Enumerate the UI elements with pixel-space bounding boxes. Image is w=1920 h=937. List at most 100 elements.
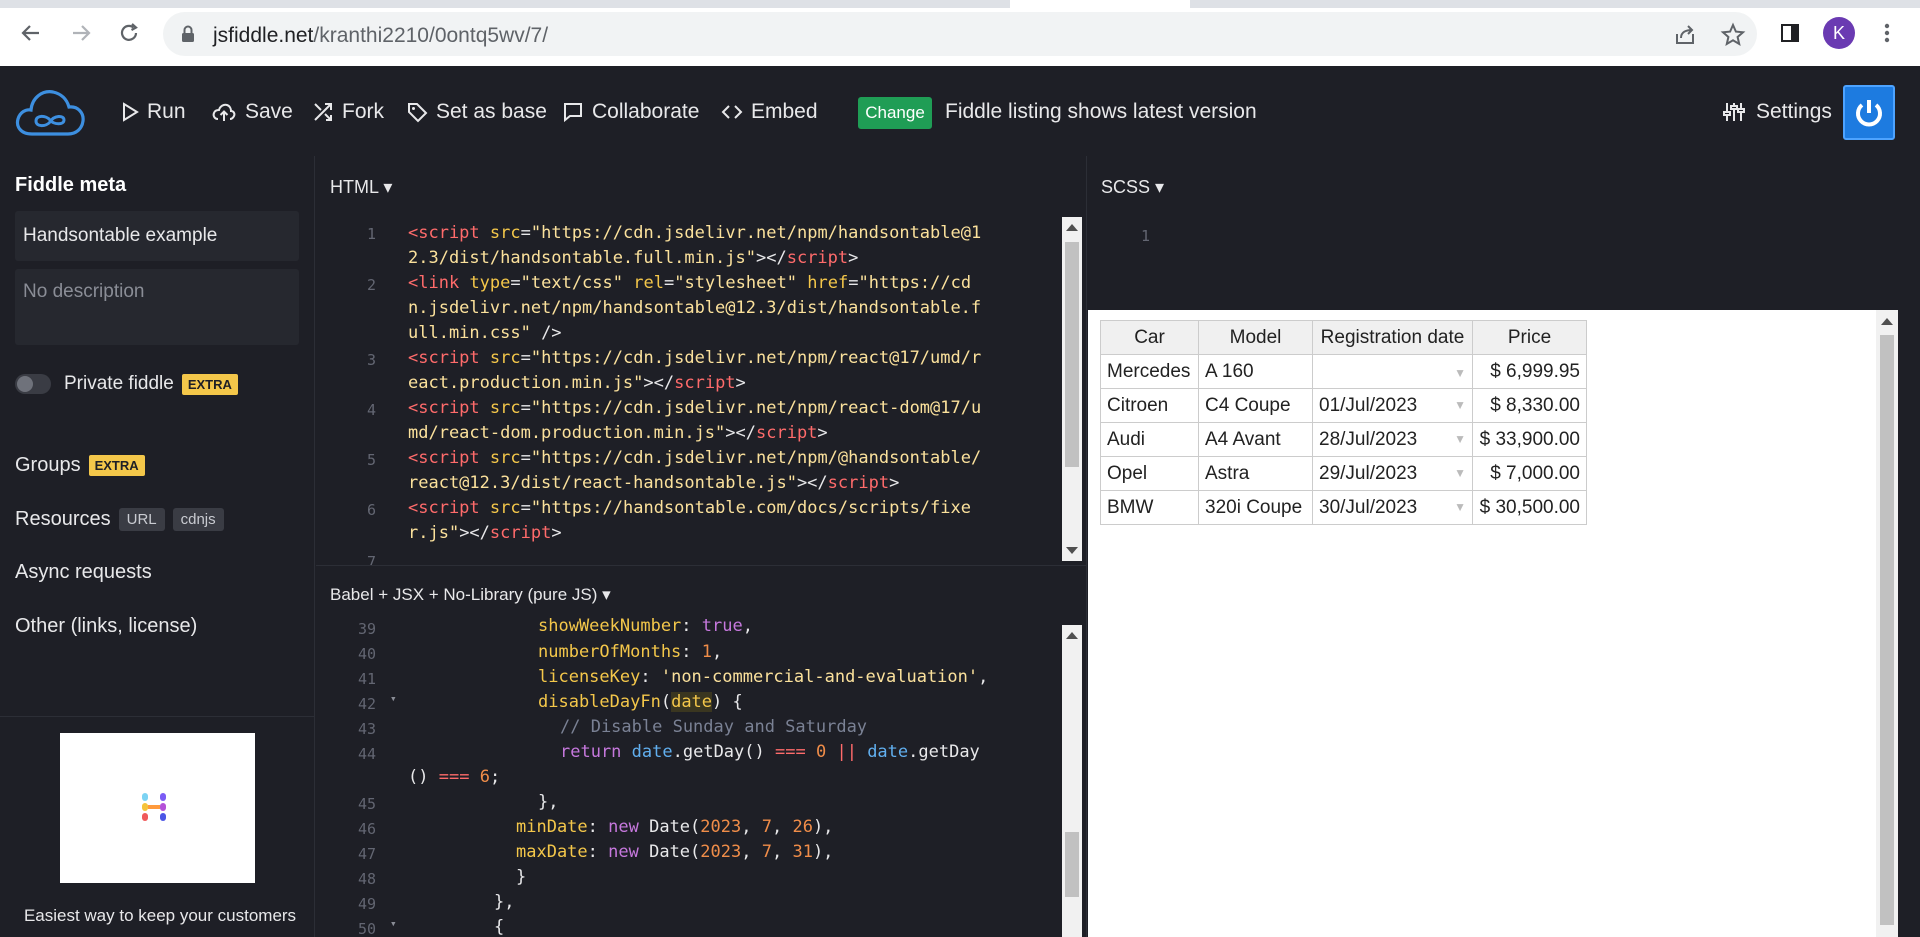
date-cell[interactable]: 29/Jul/2023 ▼ (1312, 456, 1473, 491)
code-line: r.js"></script> (408, 523, 562, 543)
fiddle-meta-title: Fiddle meta (15, 174, 127, 196)
table-cell[interactable]: A 160 (1198, 354, 1313, 389)
table-cell[interactable]: $ 8,330.00 (1472, 388, 1587, 423)
code-line: () === 6; (408, 767, 501, 787)
back-button[interactable] (14, 16, 48, 50)
settings-button[interactable]: Settings (1722, 97, 1832, 127)
date-cell[interactable]: 28/Jul/2023 ▼ (1312, 422, 1473, 457)
private-fiddle-toggle[interactable] (15, 374, 51, 394)
collaborate-button[interactable]: Collaborate (562, 97, 699, 127)
scss-panel-title: SCSS (1101, 177, 1151, 197)
reload-button[interactable] (112, 16, 146, 50)
cdnjs-tag[interactable]: cdnjs (172, 508, 224, 531)
fiddle-name-input[interactable]: Handsontable example (15, 211, 299, 261)
groups-link[interactable]: Groups EXTRA (15, 454, 145, 477)
table-cell[interactable]: Opel (1100, 456, 1199, 491)
html-editor-scrollbar[interactable] (1062, 217, 1082, 561)
table-cell[interactable]: $ 6,999.95 (1472, 354, 1587, 389)
scroll-down-arrow[interactable] (1066, 547, 1078, 554)
line-number: 6 (366, 501, 376, 519)
date-dropdown-icon[interactable]: ▼ (1454, 398, 1466, 412)
panel-divider (316, 565, 1086, 566)
url-tag[interactable]: URL (118, 508, 165, 531)
date-dropdown-icon[interactable]: ▼ (1454, 366, 1466, 380)
column-header[interactable]: Registration date (1312, 320, 1473, 355)
line-number: 1 (1140, 227, 1150, 245)
date-dropdown-icon[interactable]: ▼ (1454, 466, 1466, 480)
table-cell[interactable]: Citroen (1100, 388, 1199, 423)
code-line: md/react-dom.production.min.js"></script… (408, 423, 828, 443)
table-cell[interactable]: Mercedes (1100, 354, 1199, 389)
scroll-up-arrow[interactable] (1066, 632, 1078, 639)
table-cell[interactable]: $ 7,000.00 (1472, 456, 1587, 491)
run-button[interactable]: Run (121, 97, 186, 127)
code-line: <script src="https://cdn.jsdelivr.net/np… (408, 348, 982, 368)
date-dropdown-icon[interactable]: ▼ (1454, 432, 1466, 446)
scrollbar-thumb[interactable] (1065, 832, 1079, 897)
table-cell[interactable]: C4 Coupe (1198, 388, 1313, 423)
dropdown-caret-icon: ▾ (1155, 177, 1165, 197)
column-header[interactable]: Car (1100, 320, 1199, 355)
result-scrollbar[interactable] (1876, 310, 1898, 937)
fiddle-description-input[interactable]: No description (15, 269, 299, 345)
jsfiddle-logo-icon[interactable] (14, 86, 86, 143)
js-code-editor[interactable]: 39 showWeekNumber: true, 40 numberOfMont… (316, 618, 1086, 937)
js-editor-scrollbar[interactable] (1062, 625, 1082, 937)
hubspot-logo-icon (141, 793, 166, 821)
table-cell[interactable]: $ 30,500.00 (1472, 490, 1587, 525)
handsontable-grid[interactable]: Car Model Registration date Price Merced… (1100, 320, 1587, 525)
dropdown-caret-icon: ▾ (383, 177, 393, 197)
embed-button[interactable]: Embed (721, 97, 818, 127)
star-icon[interactable] (1720, 22, 1746, 48)
scss-code-editor[interactable]: 1 (1088, 215, 1920, 307)
sidebar: Fiddle meta Handsontable example No desc… (0, 156, 315, 937)
table-cell[interactable]: Audi (1100, 422, 1199, 457)
code-line: numberOfMonths: 1, (538, 642, 723, 662)
fork-button[interactable]: Fork (312, 97, 384, 127)
profile-avatar[interactable]: K (1823, 17, 1855, 49)
line-number: 40 (357, 645, 376, 663)
scrollbar-thumb[interactable] (1880, 335, 1894, 925)
line-number: 7 (366, 553, 376, 565)
side-panel-icon[interactable] (1773, 16, 1807, 50)
line-number: 41 (357, 670, 376, 688)
scroll-up-arrow[interactable] (1881, 318, 1893, 325)
html-panel-header[interactable]: HTML ▾ (330, 177, 392, 198)
date-cell[interactable]: 01/Jul/2023 ▼ (1312, 388, 1473, 423)
table-cell[interactable]: 320i Coupe (1198, 490, 1313, 525)
code-line: }, (538, 792, 559, 812)
async-requests-link[interactable]: Async requests (15, 561, 152, 584)
ad-image[interactable] (60, 733, 255, 883)
share-icon[interactable] (1673, 22, 1699, 48)
scrollbar-thumb[interactable] (1065, 242, 1079, 467)
login-power-button[interactable] (1843, 85, 1895, 140)
js-panel-header[interactable]: Babel + JSX + No-Library (pure JS) ▾ (330, 585, 611, 605)
save-button[interactable]: Save (211, 97, 293, 127)
address-bar[interactable]: jsfiddle.net/kranthi2210/0ontq5wv/7/ (163, 12, 1757, 56)
scss-panel-header[interactable]: SCSS ▾ (1101, 177, 1164, 198)
html-code-editor[interactable]: 1 <script src="https://cdn.jsdelivr.net/… (316, 215, 1086, 565)
change-button[interactable]: Change (858, 97, 932, 129)
other-links-license-link[interactable]: Other (links, license) (15, 615, 197, 638)
table-cell[interactable]: A4 Avant (1198, 422, 1313, 457)
browser-toolbar: jsfiddle.net/kranthi2210/0ontq5wv/7/ K (0, 0, 1920, 66)
resources-link[interactable]: Resources URL cdnjs (15, 508, 224, 531)
date-dropdown-icon[interactable]: ▼ (1454, 500, 1466, 514)
code-line: // Disable Sunday and Saturday (560, 717, 868, 737)
fold-arrow-icon[interactable]: ▾ (390, 917, 397, 930)
more-menu-icon[interactable] (1870, 16, 1904, 50)
code-line: disableDayFn(date) { (538, 692, 743, 712)
panel-divider (1086, 156, 1087, 937)
forward-button[interactable] (64, 16, 98, 50)
column-header[interactable]: Model (1198, 320, 1313, 355)
date-cell[interactable]: 30/Jul/2023 ▼ (1312, 490, 1473, 525)
table-cell[interactable]: $ 33,900.00 (1472, 422, 1587, 457)
set-as-base-button[interactable]: Set as base (406, 97, 547, 127)
date-cell[interactable]: ▼ (1312, 354, 1473, 389)
ad-text[interactable]: Easiest way to keep your customers (15, 906, 305, 926)
fold-arrow-icon[interactable]: ▾ (390, 692, 397, 705)
table-cell[interactable]: Astra (1198, 456, 1313, 491)
scroll-up-arrow[interactable] (1066, 224, 1078, 231)
table-cell[interactable]: BMW (1100, 490, 1199, 525)
column-header[interactable]: Price (1472, 320, 1587, 355)
